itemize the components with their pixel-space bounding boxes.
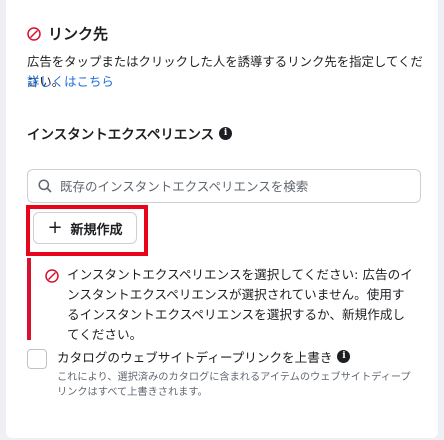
error-message-box: インスタントエクスペリエンスを選択してください: 広告のインスタントエクスペリエ… <box>27 258 421 342</box>
catalog-override-text: カタログのウェブサイトディープリンクを上書き i これにより、選択済みのカタログ… <box>57 347 417 400</box>
catalog-override-row: カタログのウェブサイトディープリンクを上書き i これにより、選択済みのカタログ… <box>27 347 417 400</box>
section-title: リンク先 <box>48 25 109 43</box>
instant-experience-label: インスタントエクスペリエンス <box>27 127 215 143</box>
search-input[interactable] <box>58 177 392 195</box>
create-new-label: 新規作成 <box>70 222 123 238</box>
create-new-button[interactable]: + 新規作成 <box>33 212 137 244</box>
search-icon <box>38 179 52 193</box>
learn-more-link[interactable]: 詳しくはこちら <box>27 72 114 90</box>
instant-experience-title: インスタントエクスペリエンス i <box>27 123 233 143</box>
info-icon[interactable]: i <box>337 350 351 363</box>
catalog-override-title: カタログのウェブサイトディープリンクを上書き i <box>57 347 417 366</box>
plus-icon: + <box>47 217 63 238</box>
catalog-override-description: これにより、選択済みのカタログに含まれるアイテムのウェブサイトディープリンクはす… <box>57 372 411 398</box>
destination-card: リンク先 広告をタップまたはクリックした人を誘導するリンク先を指定してください。… <box>6 0 438 438</box>
section-header: リンク先 <box>27 23 108 44</box>
warning-icon <box>27 26 41 41</box>
error-message-text: インスタントエクスペリエンスを選択してください: 広告のインスタントエクスペリエ… <box>67 267 413 342</box>
search-field[interactable] <box>27 169 421 203</box>
catalog-override-label: カタログのウェブサイトディープリンクを上書き <box>57 350 333 365</box>
catalog-override-checkbox[interactable] <box>27 349 47 369</box>
error-icon <box>45 269 59 283</box>
info-icon[interactable]: i <box>219 126 233 140</box>
